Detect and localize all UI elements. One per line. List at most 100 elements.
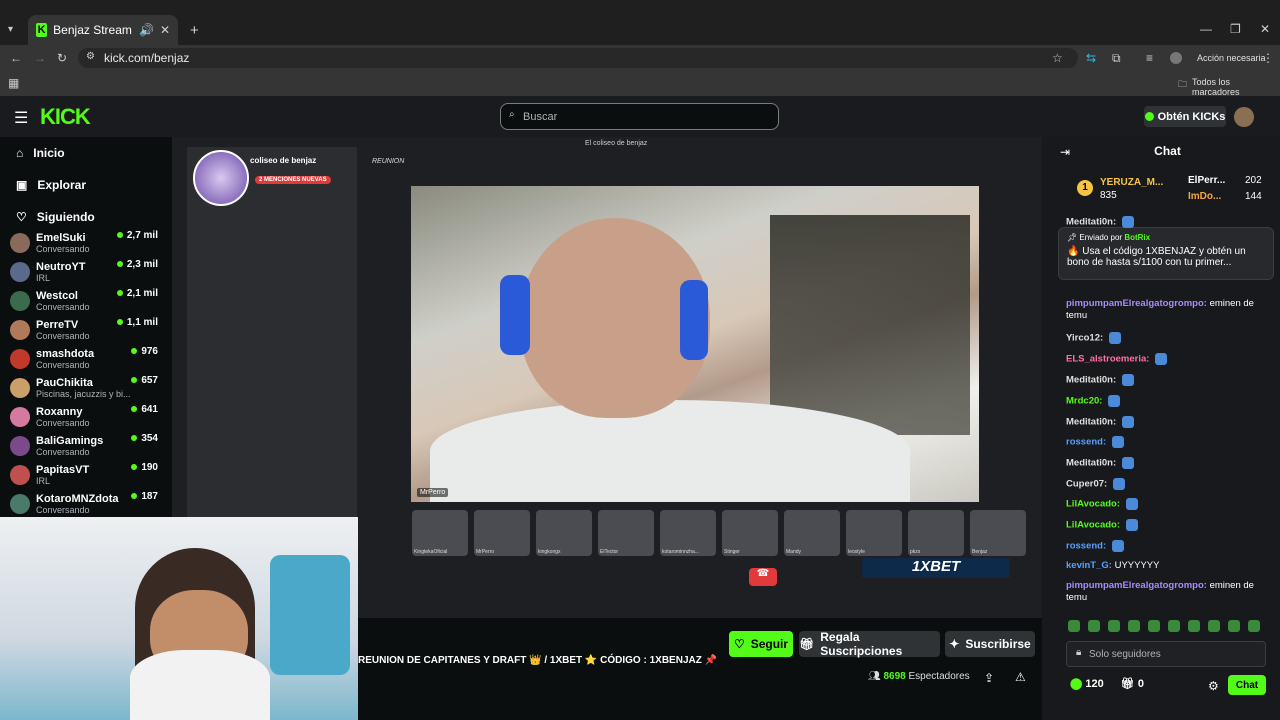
tab-audio-icon[interactable]: 🔊 [139,23,154,37]
window-close-icon[interactable]: ✕ [1260,22,1270,36]
chat-username[interactable]: rossend: [1066,437,1106,448]
action-needed-button[interactable]: Acción necesaria [1197,53,1266,63]
chat-username[interactable]: Mrdc20: [1066,396,1102,407]
minimize-icon[interactable]: — [1200,22,1212,36]
gift-icon: 🎁︎ [799,637,815,651]
chat-username[interactable]: Yirco12: [1066,333,1103,344]
channel-name: PerreTV [36,318,79,331]
chat-username[interactable]: Meditati0n: [1066,217,1116,228]
sidebar-channel[interactable]: PauChikita Piscinas, jacuzzis y bi... 65… [10,373,162,402]
share-icon[interactable]: ⇪ [984,671,994,685]
hamburger-menu-icon[interactable]: ☰ [14,108,28,128]
channel-viewers: 190 [131,462,158,473]
chat-username[interactable]: pimpumpamElrealgatogrompo: [1066,298,1207,309]
sidebar-channel[interactable]: Roxanny Conversando 641 [10,402,162,431]
chat-username[interactable]: ELS_alstroemeria: [1066,354,1149,365]
channel-status: Conversando [36,330,90,341]
emote-icon [1111,436,1124,448]
sidebar-channel[interactable]: Westcol Conversando 2,1 mil [10,286,162,315]
forward-icon[interactable]: → [34,51,46,65]
chat-message: ELS_alstroemeria: [1066,353,1266,366]
extensions-icon[interactable]: ⧉ [1112,51,1121,66]
search-input[interactable]: Buscar [500,103,779,130]
media-control-icon[interactable]: ≡ [1146,51,1153,65]
chat-username[interactable]: LilAvocado: [1066,520,1120,531]
chat-username[interactable]: Meditati0n: [1066,375,1116,386]
channel-name: PapitasVT [36,463,90,476]
follow-button[interactable]: ♡ Seguir [729,631,793,657]
folder-icon: 🗀 [1178,79,1188,89]
chat-message: Mrdc20: [1066,395,1266,408]
sidebar-channel[interactable]: EmelSuki Conversando 2,7 mil [10,228,162,257]
bookmark-star-icon[interactable]: ☆ [1052,51,1063,65]
headphone-left [500,275,530,355]
settings-gear-icon[interactable]: ⚙ [1208,679,1219,693]
site-info-icon[interactable]: ⚙ [86,51,95,62]
gift-subs-button[interactable]: 🎁︎ Regala Suscripciones [799,630,940,658]
person-shirt [430,400,910,502]
new-tab-icon[interactable]: + [190,22,199,39]
sidebar-channel[interactable]: NeutroYT IRL 2,3 mil [10,257,162,286]
tab-close-icon[interactable]: ✕ [160,23,170,37]
all-bookmarks-folder[interactable]: 🗀 Todos los marcadores [1178,77,1280,97]
participant-name: Mandy [786,549,802,555]
chat-username[interactable]: Cuper07: [1066,479,1107,490]
back-icon[interactable]: ← [10,51,22,65]
emote-icon [1125,519,1138,531]
emote-icon [1111,540,1124,552]
report-icon[interactable]: ⚠ [1015,670,1026,684]
chat-username[interactable]: rossend: [1066,541,1106,552]
sidebar-channel[interactable]: BaliGamings Conversando 354 [10,431,162,460]
emote-icon [1108,395,1121,407]
url-text: kick.com/benjaz [104,51,190,65]
emote-bar[interactable] [1068,620,1268,634]
profile-avatar[interactable] [1170,52,1182,64]
chat-message: rossend: [1066,436,1266,449]
chat-message: Meditati0n: [1066,216,1266,229]
sidebar-channel[interactable]: KotaroMNZdota Conversando 187 [10,489,162,518]
chat-username[interactable]: LilAvocado: [1066,499,1120,510]
sidebar-channel[interactable]: PerreTV Conversando 1,1 mil [10,315,162,344]
gift-icon: 🎁︎ [1120,678,1138,690]
subscribe-button[interactable]: ✦ Suscribirse [945,631,1035,657]
sidebar-channel[interactable]: smashdota Conversando 976 [10,344,162,373]
kicks-icon: ⬤ [1070,678,1086,690]
nav-home[interactable]: ⌂ Inicio [16,146,65,160]
home-icon: ⌂ [16,146,24,160]
participant-thumb: leostyle [846,510,902,556]
chat-username[interactable]: Meditati0n: [1066,417,1116,428]
translate-extension-icon[interactable]: ⇆ [1086,51,1096,65]
channel-status: Conversando [36,359,90,370]
nav-following[interactable]: ♡ Siguiendo [16,210,95,224]
maximize-icon[interactable]: ❐ [1230,22,1241,36]
nav-home-label: Inicio [33,146,65,160]
participant-name: pkzs [910,549,921,555]
chat-send-button[interactable]: Chat [1228,675,1266,695]
kick-favicon-icon: K [36,23,48,37]
chat-username[interactable]: Meditati0n: [1066,458,1116,469]
leader-1-name: YERUZA_M... [1100,177,1164,188]
reload-icon[interactable]: ↻ [57,51,67,65]
viewer-number: 8698 [883,671,906,682]
channel-status: Conversando [36,301,90,312]
browser-tab[interactable]: K Benjaz Stream - Watch Live 🔊 ✕ [28,15,178,45]
chat-input[interactable]: Solo seguidores [1066,641,1266,667]
chat-username[interactable]: pimpumpamElrealgatogrompo: [1066,580,1207,591]
tab-list-icon[interactable]: ▾ [8,24,13,35]
user-avatar[interactable] [1234,107,1254,127]
chat-username[interactable]: kevinT_G: [1066,560,1112,571]
leader-3-value: 144 [1245,191,1262,202]
channel-viewers: 354 [131,433,158,444]
sidebar-channel[interactable]: PapitasVT IRL 190 [10,460,162,489]
heart-icon: ♡ [733,637,745,651]
get-kicks-button[interactable]: Obtén KICKs [1144,106,1226,127]
browser-menu-icon[interactable]: ⋮ [1262,51,1274,65]
nav-explore[interactable]: ▣ Explorar [16,178,86,192]
kick-logo[interactable]: KICK [40,104,91,130]
kicks-coin-icon [1144,112,1154,121]
url-bar[interactable]: kick.com/benjaz [78,48,1078,68]
channel-avatar [10,261,30,282]
apps-grid-icon[interactable]: ▦ [8,76,19,90]
pinned-message[interactable]: 📌︎ Enviado por BotRix 🔥 Usa el código 1X… [1058,227,1274,280]
channel-avatar [10,464,30,485]
